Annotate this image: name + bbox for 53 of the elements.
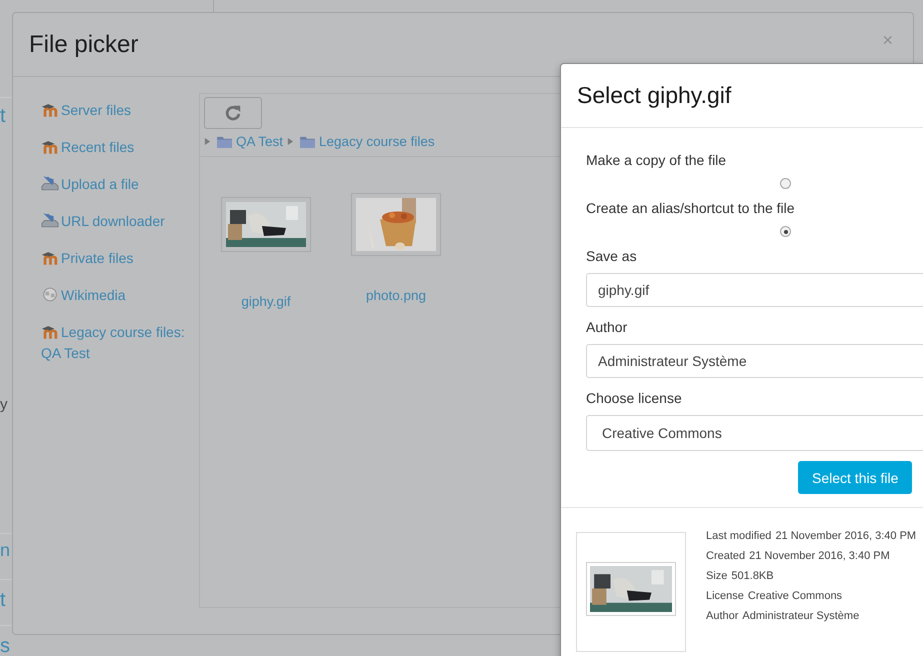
file-link[interactable]: giphy.gif [241,294,291,309]
repository-link[interactable]: Wikimedia [41,285,199,306]
dialog-title: Select giphy.gif [577,82,732,109]
background-text: y [0,396,8,414]
triangle-icon [287,137,294,146]
background-text: s [0,634,10,656]
detail-value: 501.8KB [731,569,774,584]
breadcrumb-link[interactable]: QA Test [236,134,284,149]
detail-value: Administrateur Système [742,609,860,624]
breadcrumb-link[interactable]: Legacy course files [319,134,435,149]
mortarboard-icon [41,102,59,117]
globe-icon [41,287,59,302]
folder-icon [217,136,232,148]
background-text: n [0,540,10,562]
repository-link[interactable]: Private files [41,248,199,269]
tray-arrow-icon [41,213,59,228]
mortarboard-icon [41,250,59,265]
triangle-icon [204,137,211,146]
field-label: Choose license [586,389,683,408]
field-label: Save as [586,247,638,266]
select-file-button[interactable]: Select this file [798,461,912,494]
detail-label: Created [706,549,746,564]
file-link[interactable]: photo.png [366,288,426,303]
background-text: t [0,104,6,128]
field-label: Author [586,318,628,337]
radio-button[interactable] [780,226,791,237]
mortarboard-icon [41,324,59,339]
detail-value: 21 November 2016, 3:40 PM [775,529,916,544]
detail-label: Last modified [706,529,772,544]
repository-link[interactable]: Recent files [41,137,199,158]
detail-value: 21 November 2016, 3:40 PM [749,549,890,564]
option-label: Make a copy of the file [586,151,728,170]
license-select[interactable]: Creative Commons [586,415,923,451]
background-text: t [0,588,6,612]
close-button[interactable]: × [878,30,897,51]
folder-icon [300,136,316,148]
detail-value: Creative Commons [748,589,842,604]
radio-button[interactable] [780,178,791,189]
refresh-button[interactable] [204,97,262,129]
tray-arrow-icon [41,176,59,191]
input-field[interactable]: giphy.gif [586,273,923,307]
dialog-title: File picker [29,30,138,58]
refresh-icon [224,104,242,122]
repository-link[interactable]: Legacy course files: QA Test [41,322,199,364]
detail-label: Size [706,569,728,584]
repository-link[interactable]: URL downloader [41,211,199,232]
repository-link[interactable]: Upload a file [41,174,199,195]
option-label: Create an alias/shortcut to the file [586,199,796,218]
input-field[interactable]: Administrateur Système [586,344,923,378]
detail-label: License [706,589,744,604]
detail-label: Author [706,609,738,624]
mortarboard-icon [41,139,59,154]
repository-link[interactable]: Server files [41,100,199,121]
